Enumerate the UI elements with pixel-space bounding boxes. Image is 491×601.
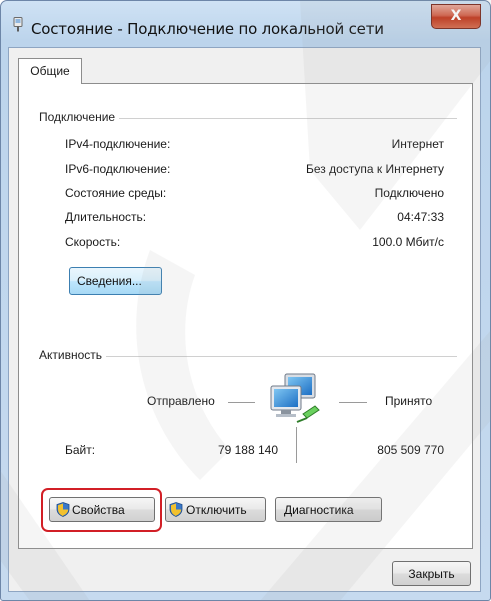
- activity-group-label: Активность: [39, 348, 107, 362]
- close-dialog-button-label: Закрыть: [408, 566, 455, 581]
- received-label: Принято: [385, 394, 433, 408]
- disable-button-label: Отключить: [186, 502, 247, 517]
- ipv6-value: Без доступа к Интернету: [305, 162, 444, 176]
- network-computers-icon: [270, 373, 320, 423]
- ipv6-label: IPv6-подключение:: [65, 162, 171, 176]
- ipv4-value: Интернет: [391, 137, 444, 151]
- bytes-label: Байт:: [65, 443, 96, 457]
- media-state-value: Подключено: [374, 186, 444, 200]
- title-bar[interactable]: Состояние - Подключение по локальной сет…: [1, 1, 490, 43]
- uac-shield-icon: [169, 502, 183, 517]
- received-connector-line: [339, 402, 367, 403]
- tab-general[interactable]: Общие: [18, 58, 82, 84]
- activity-separator: [296, 427, 297, 463]
- details-button-label: Сведения...: [77, 274, 142, 288]
- connection-group-label: Подключение: [39, 110, 120, 124]
- sent-label: Отправлено: [147, 394, 215, 408]
- tab-panel-general: Подключение IPv4-подключение: Интернет I…: [18, 83, 473, 549]
- close-window-button[interactable]: X: [431, 4, 481, 29]
- close-dialog-button[interactable]: Закрыть: [392, 561, 471, 586]
- media-state-label: Состояние среды:: [65, 186, 167, 200]
- bytes-received-value: 805 509 770: [377, 443, 444, 457]
- tab-general-label: Общие: [30, 64, 70, 78]
- network-connection-icon: [13, 17, 23, 32]
- diagnose-button[interactable]: Диагностика: [275, 497, 382, 522]
- close-icon: X: [450, 8, 462, 24]
- speed-value: 100.0 Мбит/с: [372, 235, 444, 249]
- sent-connector-line: [228, 402, 255, 403]
- speed-label: Скорость:: [65, 235, 121, 249]
- disable-button[interactable]: Отключить: [165, 497, 266, 522]
- properties-highlight-annotation: [41, 488, 162, 532]
- diagnose-button-label: Диагностика: [284, 502, 354, 517]
- ipv4-label: IPv4-подключение:: [65, 137, 171, 151]
- duration-label: Длительность:: [65, 210, 147, 224]
- details-button[interactable]: Сведения...: [69, 267, 162, 295]
- bytes-sent-value: 79 188 140: [217, 443, 278, 457]
- window-title: Состояние - Подключение по локальной сет…: [31, 20, 384, 38]
- duration-value: 04:47:33: [397, 210, 444, 224]
